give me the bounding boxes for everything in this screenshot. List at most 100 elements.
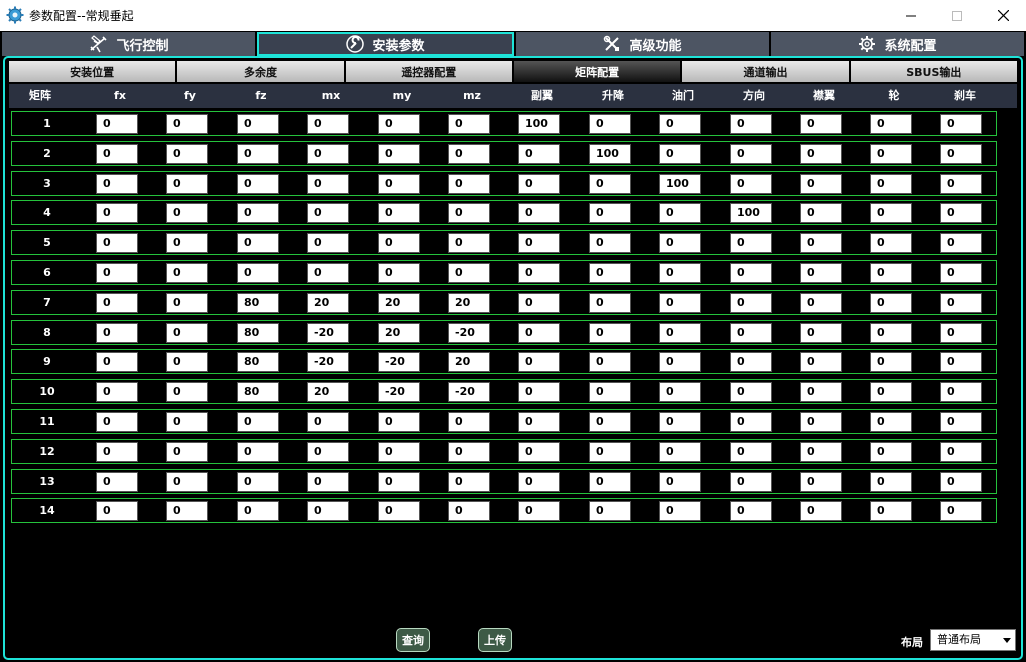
matrix-cell-input[interactable]: 0 (96, 114, 138, 134)
matrix-cell-input[interactable]: 0 (659, 412, 701, 432)
matrix-cell-input[interactable]: 0 (518, 203, 560, 224)
matrix-cell-input[interactable]: 0 (166, 233, 208, 254)
matrix-cell-input[interactable]: 0 (448, 233, 490, 254)
matrix-cell-input[interactable]: 0 (940, 382, 982, 403)
matrix-cell-input[interactable]: 0 (378, 412, 420, 432)
tab-advanced[interactable]: 高级功能 (516, 32, 769, 56)
matrix-cell-input[interactable]: 0 (730, 233, 772, 254)
matrix-cell-input[interactable]: 0 (518, 441, 560, 462)
matrix-cell-input[interactable]: 0 (518, 352, 560, 373)
matrix-cell-input[interactable]: 0 (659, 352, 701, 373)
matrix-cell-input[interactable]: 0 (166, 352, 208, 373)
matrix-cell-input[interactable]: 0 (378, 143, 420, 164)
subtab-channel-output[interactable]: 通道输出 (682, 61, 849, 82)
matrix-cell-input[interactable]: 0 (448, 114, 490, 134)
matrix-cell-input[interactable]: 0 (800, 143, 842, 164)
matrix-cell-input[interactable]: 0 (589, 114, 631, 134)
matrix-cell-input[interactable]: 0 (96, 441, 138, 462)
matrix-cell-input[interactable]: 0 (237, 203, 279, 224)
matrix-cell-input[interactable]: 0 (940, 203, 982, 224)
matrix-cell-input[interactable]: 0 (166, 412, 208, 432)
matrix-cell-input[interactable]: 0 (448, 412, 490, 432)
matrix-cell-input[interactable]: 0 (730, 352, 772, 373)
matrix-cell-input[interactable]: -20 (378, 352, 420, 373)
matrix-cell-input[interactable]: 0 (659, 114, 701, 134)
matrix-cell-input[interactable]: 0 (870, 233, 912, 254)
matrix-cell-input[interactable]: 0 (940, 471, 982, 492)
matrix-cell-input[interactable]: 0 (589, 263, 631, 283)
matrix-cell-input[interactable]: 0 (870, 501, 912, 522)
matrix-cell-input[interactable]: 0 (870, 173, 912, 194)
matrix-cell-input[interactable]: 0 (166, 292, 208, 313)
matrix-cell-input[interactable]: 0 (96, 143, 138, 164)
tab-flight-control[interactable]: 飞行控制 (2, 32, 255, 56)
matrix-cell-input[interactable]: 0 (237, 412, 279, 432)
matrix-cell-input[interactable]: 0 (378, 114, 420, 134)
matrix-cell-input[interactable]: -20 (307, 322, 349, 343)
matrix-cell-input[interactable]: 0 (940, 143, 982, 164)
matrix-cell-input[interactable]: 0 (307, 203, 349, 224)
matrix-cell-input[interactable]: 0 (589, 173, 631, 194)
close-button[interactable] (980, 0, 1026, 31)
matrix-cell-input[interactable]: 0 (518, 471, 560, 492)
matrix-cell-input[interactable]: 0 (800, 233, 842, 254)
matrix-cell-input[interactable]: 0 (870, 322, 912, 343)
matrix-cell-input[interactable]: 0 (659, 322, 701, 343)
matrix-cell-input[interactable]: 0 (307, 233, 349, 254)
matrix-cell-input[interactable]: 0 (870, 114, 912, 134)
matrix-cell-input[interactable]: 0 (166, 203, 208, 224)
matrix-cell-input[interactable]: 0 (800, 322, 842, 343)
matrix-cell-input[interactable]: 0 (448, 143, 490, 164)
matrix-cell-input[interactable]: 0 (378, 501, 420, 522)
matrix-cell-input[interactable]: 80 (237, 382, 279, 403)
matrix-cell-input[interactable]: 0 (659, 233, 701, 254)
matrix-cell-input[interactable]: 0 (800, 203, 842, 224)
matrix-cell-input[interactable]: 100 (589, 143, 631, 164)
matrix-cell-input[interactable]: 100 (730, 203, 772, 224)
matrix-cell-input[interactable]: 0 (940, 412, 982, 432)
matrix-cell-input[interactable]: 0 (589, 382, 631, 403)
matrix-cell-input[interactable]: 0 (870, 203, 912, 224)
matrix-cell-input[interactable]: 0 (800, 292, 842, 313)
matrix-cell-input[interactable]: 0 (589, 322, 631, 343)
matrix-cell-input[interactable]: 0 (870, 143, 912, 164)
matrix-cell-input[interactable]: 0 (659, 441, 701, 462)
matrix-cell-input[interactable]: 0 (800, 471, 842, 492)
matrix-cell-input[interactable]: 0 (730, 441, 772, 462)
subtab-sbus-output[interactable]: SBUS输出 (850, 61, 1017, 82)
matrix-cell-input[interactable]: 0 (589, 233, 631, 254)
matrix-cell-input[interactable]: 0 (518, 233, 560, 254)
matrix-cell-input[interactable]: 0 (307, 441, 349, 462)
matrix-cell-input[interactable]: 0 (518, 412, 560, 432)
maximize-button[interactable] (934, 0, 980, 31)
matrix-cell-input[interactable]: 0 (800, 352, 842, 373)
matrix-cell-input[interactable]: 0 (96, 412, 138, 432)
matrix-cell-input[interactable]: 0 (378, 441, 420, 462)
matrix-cell-input[interactable]: 0 (448, 203, 490, 224)
matrix-cell-input[interactable]: 0 (800, 501, 842, 522)
matrix-cell-input[interactable]: 0 (166, 114, 208, 134)
matrix-cell-input[interactable]: 0 (307, 263, 349, 283)
query-button[interactable]: 查询 (396, 628, 430, 652)
matrix-cell-input[interactable]: -20 (448, 322, 490, 343)
matrix-cell-input[interactable]: 20 (378, 322, 420, 343)
matrix-cell-input[interactable]: 0 (518, 143, 560, 164)
matrix-cell-input[interactable]: 0 (940, 292, 982, 313)
matrix-cell-input[interactable]: 0 (166, 143, 208, 164)
matrix-cell-input[interactable]: 0 (659, 263, 701, 283)
matrix-cell-input[interactable]: 80 (237, 352, 279, 373)
matrix-cell-input[interactable]: 0 (378, 233, 420, 254)
matrix-cell-input[interactable]: 0 (96, 382, 138, 403)
matrix-cell-input[interactable]: 0 (800, 114, 842, 134)
matrix-cell-input[interactable]: 0 (518, 263, 560, 283)
matrix-cell-input[interactable]: 0 (730, 412, 772, 432)
matrix-cell-input[interactable]: 0 (870, 471, 912, 492)
matrix-cell-input[interactable]: 0 (378, 263, 420, 283)
matrix-cell-input[interactable]: 0 (96, 292, 138, 313)
matrix-cell-input[interactable]: 0 (378, 173, 420, 194)
matrix-cell-input[interactable]: 0 (518, 173, 560, 194)
matrix-cell-input[interactable]: 0 (800, 263, 842, 283)
matrix-cell-input[interactable]: 0 (940, 173, 982, 194)
matrix-cell-input[interactable]: 0 (800, 173, 842, 194)
matrix-cell-input[interactable]: 0 (870, 292, 912, 313)
